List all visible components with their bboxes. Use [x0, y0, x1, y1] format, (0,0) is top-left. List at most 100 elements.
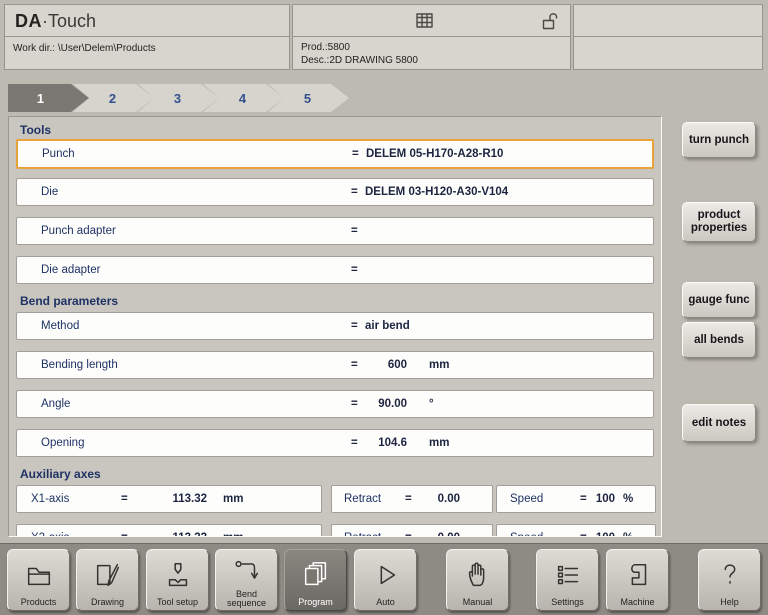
tab-label: 3: [174, 91, 181, 106]
tool-setup-button[interactable]: Tool setup: [146, 549, 209, 611]
help-button[interactable]: Help: [698, 549, 761, 611]
param-label: Opening: [41, 437, 84, 449]
pencil-drawing-icon: [93, 553, 123, 597]
axis-value: 113.32: [147, 493, 207, 505]
product-properties-button[interactable]: product properties: [682, 202, 756, 242]
param-label: Die: [41, 186, 58, 198]
param-row-punch[interactable]: Punch = DELEM 05-H170-A28-R10: [16, 139, 654, 169]
x2-retract-box[interactable]: Retract = 0.00: [331, 524, 493, 537]
bottom-button-label: Bend sequence: [216, 590, 277, 608]
speed-label: Speed: [510, 493, 543, 505]
tab-label: 4: [239, 91, 246, 106]
axis-unit: mm: [223, 493, 243, 505]
param-label: Angle: [41, 398, 70, 410]
header-center-panel: [292, 4, 571, 37]
auto-button[interactable]: Auto: [354, 549, 417, 611]
retract-label: Retract: [344, 493, 381, 505]
play-icon: [371, 553, 401, 597]
x2-speed-box[interactable]: Speed = 100 %: [496, 524, 656, 537]
speed-unit: %: [623, 532, 633, 537]
logo-touch-text: ·Touch: [42, 11, 96, 31]
question-icon: [715, 553, 745, 597]
section-title-auxiliary-axes: Auxiliary axes: [20, 468, 650, 480]
speed-value: 100: [587, 493, 615, 505]
param-unit: °: [429, 398, 434, 410]
gauge-func-button[interactable]: gauge func: [682, 282, 756, 318]
machine-button[interactable]: Machine: [606, 549, 669, 611]
param-label: Method: [41, 320, 79, 332]
bottom-button-label: Program: [298, 597, 333, 607]
param-row-bending-length[interactable]: Bending length = 600 mm: [16, 351, 654, 379]
param-unit: mm: [429, 437, 449, 449]
product-number: Prod.:5800: [301, 41, 570, 54]
tool-setup-icon: [163, 553, 193, 597]
edit-notes-button[interactable]: edit notes: [682, 404, 756, 442]
bottom-button-label: Settings: [551, 597, 584, 607]
axis-unit: mm: [223, 532, 243, 537]
equals-sign: =: [580, 493, 587, 505]
bend-sequence-icon: [232, 553, 262, 590]
param-label: Punch: [42, 148, 75, 160]
work-directory-text: Work dir.: \User\Delem\Products: [13, 43, 156, 54]
param-value: air bend: [365, 320, 410, 332]
param-unit: mm: [429, 359, 449, 371]
param-label: Bending length: [41, 359, 118, 371]
bottom-button-label: Manual: [463, 597, 493, 607]
work-directory: Work dir.: \User\Delem\Products: [4, 36, 290, 70]
retract-value: 0.00: [410, 532, 460, 537]
hand-icon: [463, 553, 493, 597]
speed-unit: %: [623, 493, 633, 505]
bottom-button-label: Machine: [620, 597, 654, 607]
bottom-button-label: Tool setup: [157, 597, 198, 607]
settings-button[interactable]: Settings: [536, 549, 599, 611]
param-row-die[interactable]: Die = DELEM 03-H120-A30-V104: [16, 178, 654, 206]
bottom-button-label: Auto: [376, 597, 395, 607]
retract-label: Retract: [344, 532, 381, 537]
drawing-button[interactable]: Drawing: [76, 549, 139, 611]
param-row-angle[interactable]: Angle = 90.00 °: [16, 390, 654, 418]
app-logo: DA·Touch: [4, 4, 290, 37]
unlock-icon[interactable]: [542, 12, 558, 35]
speed-value: 100: [587, 532, 615, 537]
settings-list-icon: [553, 553, 583, 597]
param-row-die-adapter[interactable]: Die adapter =: [16, 256, 654, 284]
program-button[interactable]: Program: [284, 549, 347, 611]
tab-bend-1[interactable]: 1: [8, 84, 89, 112]
product-description: Desc.:2D DRAWING 5800: [301, 54, 570, 67]
equals-sign: =: [351, 186, 358, 198]
folder-icon: [24, 553, 54, 597]
x2-axis-value-box[interactable]: X2-axis = 113.32 mm: [16, 524, 322, 537]
bottom-button-label: Products: [21, 597, 57, 607]
x1-retract-box[interactable]: Retract = 0.00: [331, 485, 493, 513]
header-right-sub-panel: [573, 36, 763, 70]
bottom-navigation-bar: Products Drawing Tool setup Bend sequenc…: [0, 543, 768, 615]
section-title-tools: Tools: [20, 124, 650, 136]
param-row-punch-adapter[interactable]: Punch adapter =: [16, 217, 654, 245]
x1-speed-box[interactable]: Speed = 100 %: [496, 485, 656, 513]
param-row-opening[interactable]: Opening = 104.6 mm: [16, 429, 654, 457]
machine-icon: [623, 553, 653, 597]
calculator-icon[interactable]: [416, 13, 433, 33]
bottom-button-label: Drawing: [91, 597, 124, 607]
aux-row-x2: X2-axis = 113.32 mm Retract = 0.00 Speed…: [16, 524, 654, 537]
manual-button[interactable]: Manual: [446, 549, 509, 611]
bend-tab-strip: 1 2 3 4 5: [8, 84, 333, 112]
param-row-method[interactable]: Method = air bend: [16, 312, 654, 340]
program-pages-icon: [301, 553, 331, 597]
product-info: Prod.:5800 Desc.:2D DRAWING 5800: [292, 36, 571, 70]
equals-sign: =: [351, 225, 358, 237]
products-button[interactable]: Products: [7, 549, 70, 611]
axis-label: X1-axis: [31, 493, 69, 505]
tab-label: 2: [109, 91, 116, 106]
equals-sign: =: [352, 148, 359, 160]
section-title-bend-parameters: Bend parameters: [20, 295, 650, 307]
all-bends-button[interactable]: all bends: [682, 322, 756, 358]
bend-sequence-button[interactable]: Bend sequence: [215, 549, 278, 611]
axis-value: 113.32: [147, 532, 207, 537]
turn-punch-button[interactable]: turn punch: [682, 122, 756, 158]
x1-axis-value-box[interactable]: X1-axis = 113.32 mm: [16, 485, 322, 513]
bottom-button-label: Help: [720, 597, 739, 607]
axis-label: X2-axis: [31, 532, 69, 537]
equals-sign: =: [580, 532, 587, 537]
param-value: DELEM 05-H170-A28-R10: [366, 148, 503, 160]
